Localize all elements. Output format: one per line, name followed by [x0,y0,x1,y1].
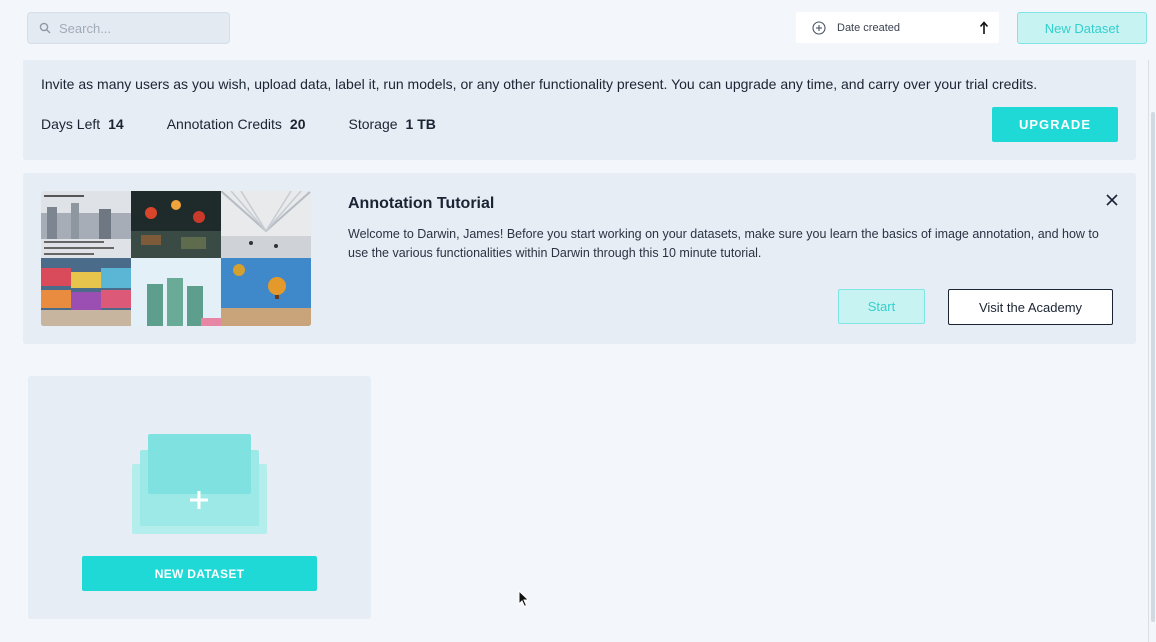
sort-label: Date created [837,21,900,34]
stat-value: 14 [108,116,124,132]
scrollbar-thumb[interactable] [1151,112,1155,622]
visit-academy-button[interactable]: Visit the Academy [948,289,1113,325]
tutorial-body: Welcome to Darwin, James! Before you sta… [348,227,1099,260]
search-bar[interactable] [27,12,230,44]
stat-value: 20 [289,116,306,132]
tutorial-card: Annotation Tutorial Welcome to Darwin, J… [23,173,1136,344]
stat-value: 1 TB [405,116,436,132]
thumbnail-market-roofs [41,258,131,326]
thumbnail-tanks [131,258,221,326]
stat-days-left: Days Left 14 [41,116,124,132]
arrow-up-icon[interactable] [979,20,989,35]
search-input[interactable] [59,20,219,36]
start-tutorial-button[interactable]: Start [838,289,925,324]
new-dataset-card-button[interactable]: NEW DATASET [82,556,317,591]
new-dataset-card[interactable]: NEW DATASET [28,376,371,619]
thumbnail-street-market [131,191,221,258]
thumbnail-station-hall [221,191,311,258]
close-icon[interactable] [1105,193,1119,207]
stack-layer [148,434,251,494]
thumbnail-city-document [41,191,131,258]
stat-annotation-credits: Annotation Credits 20 [167,116,306,132]
trial-stats: Days Left 14 Annotation Credits 20 Stora… [41,116,479,132]
mouse-cursor-icon [518,590,530,608]
plus-icon [190,491,208,509]
trial-description: Invite as many users as you wish, upload… [41,76,1038,92]
stat-storage: Storage 1 TB [348,116,435,132]
upgrade-button[interactable]: UPGRADE [992,107,1118,142]
dataset-stack-illustration [132,434,267,534]
trial-banner: Invite as many users as you wish, upload… [23,60,1136,160]
tutorial-thumbnail-grid [41,191,311,326]
tutorial-title: Annotation Tutorial [348,195,495,212]
search-icon [39,22,51,34]
stat-label: Storage [348,116,398,132]
new-dataset-button[interactable]: New Dataset [1017,12,1147,44]
stat-label: Annotation Credits [166,116,282,132]
sort-dropdown[interactable]: Date created [796,12,999,43]
thumbnail-balloons [221,258,311,326]
plus-circle-icon[interactable] [812,20,826,35]
stat-label: Days Left [41,116,101,132]
